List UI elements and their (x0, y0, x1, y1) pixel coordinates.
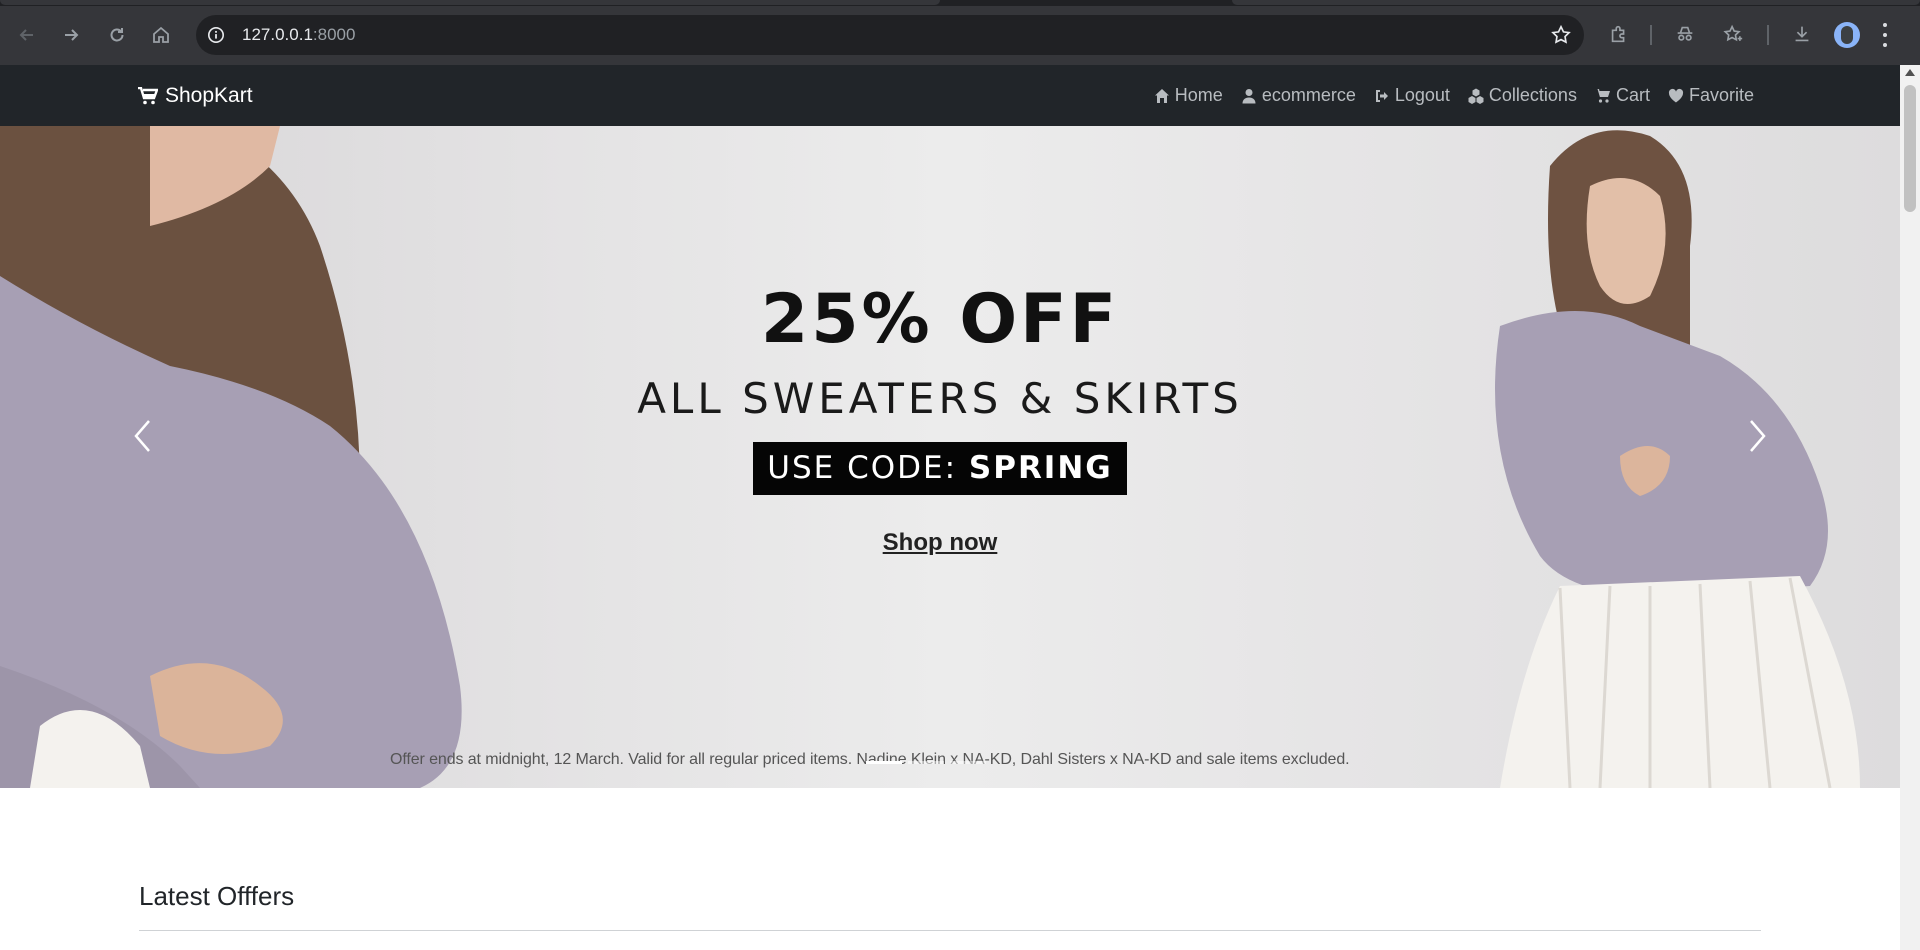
chevron-left-icon (134, 420, 150, 452)
section-title: Latest Offfers (139, 881, 295, 911)
model-photo-left (0, 126, 462, 788)
logout-icon (1375, 89, 1388, 102)
back-button[interactable] (9, 17, 45, 53)
model-photo-right (1495, 130, 1860, 788)
promo-code-badge: USE CODE: SPRING (753, 442, 1127, 496)
promo-code-prefix: USE CODE: (767, 450, 969, 486)
toolbar-separator (1767, 25, 1769, 45)
toolbar-separator (1650, 25, 1652, 45)
nav-links: Home ecommerce Logout Collections Cart F… (1154, 65, 1754, 126)
carousel-indicator[interactable] (866, 761, 902, 764)
incognito-button[interactable] (1670, 19, 1700, 49)
cubes-icon (1468, 88, 1484, 104)
carousel-indicators (866, 761, 986, 764)
section-divider (139, 930, 1761, 931)
url-host: 127.0.0.1 (242, 25, 313, 44)
puzzle-icon (1611, 25, 1625, 43)
cart-icon (1594, 88, 1610, 103)
promo-block: 25% OFF ALL SWEATERS & SKIRTS USE CODE: … (540, 286, 1340, 557)
nav-cart-label: Cart (1615, 85, 1650, 105)
carousel-next-button[interactable] (1728, 406, 1788, 466)
browser-tab[interactable] (0, 0, 940, 5)
browser-menu-icon[interactable] (1883, 23, 1889, 47)
nav-cart[interactable]: Cart (1594, 85, 1650, 106)
promo-headline: 25% OFF (760, 280, 1120, 359)
nav-collections[interactable]: Collections (1468, 85, 1577, 106)
cart-icon (138, 86, 158, 104)
arrow-left-icon (19, 29, 33, 41)
star-list-icon (1723, 24, 1743, 42)
carousel-indicator[interactable] (950, 761, 986, 764)
bookmark-star-icon[interactable] (1550, 24, 1572, 46)
browser-toolbar: 127.0.0.1:8000 (0, 0, 1920, 65)
nav-user[interactable]: ecommerce (1241, 85, 1356, 106)
promo-code-value: SPRING (968, 450, 1113, 486)
brand-link[interactable]: ShopKart (138, 65, 253, 126)
tab-strip (0, 0, 1920, 6)
shop-now-link[interactable]: Shop now (883, 529, 998, 557)
site-navbar: ShopKart Home ecommerce Logout Collectio… (0, 65, 1900, 126)
avatar-face (1841, 26, 1853, 44)
address-bar[interactable]: 127.0.0.1:8000 (196, 15, 1584, 55)
hero-carousel: 25% OFF ALL SWEATERS & SKIRTS USE CODE: … (0, 126, 1900, 788)
carousel-indicator[interactable] (908, 761, 944, 764)
scroll-up-arrow-icon[interactable] (1905, 69, 1915, 76)
site-info-icon[interactable] (206, 25, 226, 45)
downloads-button[interactable] (1787, 19, 1817, 49)
reading-list-button[interactable] (1718, 19, 1748, 49)
nav-collections-label: Collections (1488, 85, 1577, 105)
nav-user-label: ecommerce (1261, 85, 1356, 105)
nav-favorite[interactable]: Favorite (1668, 85, 1754, 106)
heart-icon (1668, 88, 1684, 102)
profile-avatar[interactable] (1834, 22, 1860, 48)
user-icon (1242, 88, 1256, 103)
nav-favorite-label: Favorite (1688, 85, 1754, 105)
home-button[interactable] (143, 17, 179, 53)
nav-logout[interactable]: Logout (1374, 85, 1450, 106)
incognito-icon (1677, 26, 1693, 41)
chevron-right-icon (1750, 420, 1766, 452)
nav-logout-label: Logout (1394, 85, 1450, 105)
download-icon (1795, 26, 1809, 42)
page-scrollbar[interactable] (1900, 65, 1920, 950)
home-icon (1154, 88, 1169, 103)
brand-name: ShopKart (165, 83, 253, 107)
promo-subhead: ALL SWEATERS & SKIRTS (637, 374, 1243, 423)
url-port: :8000 (312, 25, 356, 44)
reload-icon (110, 28, 124, 42)
reload-button[interactable] (99, 17, 135, 53)
extensions-button[interactable] (1604, 19, 1634, 49)
home-icon (153, 26, 169, 43)
carousel-prev-button[interactable] (112, 406, 172, 466)
nav-home-label: Home (1174, 85, 1223, 105)
url-text[interactable]: 127.0.0.1:8000 (242, 15, 355, 55)
nav-home[interactable]: Home (1154, 85, 1223, 106)
browser-tab[interactable] (1232, 0, 1920, 5)
forward-button[interactable] (53, 17, 89, 53)
arrow-right-icon (65, 29, 79, 41)
scrollbar-thumb[interactable] (1904, 85, 1916, 212)
promo-fineprint: Offer ends at midnight, 12 March. Valid … (390, 751, 1350, 768)
